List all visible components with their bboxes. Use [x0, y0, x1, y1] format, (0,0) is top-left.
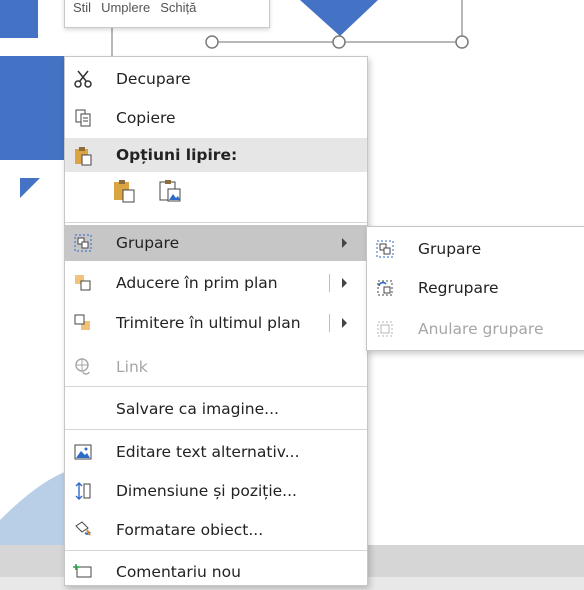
submenu-arrow-icon: [342, 238, 347, 248]
copy-icon: [71, 106, 95, 130]
bring-to-front-icon: [71, 271, 95, 295]
menu-item-cut[interactable]: Decupare: [65, 61, 367, 97]
size-position-icon: [71, 479, 95, 503]
menu-separator: [65, 386, 367, 387]
resize-handle[interactable]: [205, 35, 219, 49]
submenu-item-ungroup[interactable]: Anulare grupare: [367, 311, 584, 347]
menu-item-format-object[interactable]: Formatare obiect...: [65, 512, 367, 548]
menu-separator: [65, 429, 367, 430]
regroup-icon: [373, 276, 397, 300]
submenu-item-group[interactable]: Grupare: [367, 231, 584, 267]
group-icon: [71, 231, 95, 255]
menu-item-copy[interactable]: Copiere: [65, 100, 367, 136]
menu-item-size-position-label: Dimensiune și poziție...: [116, 482, 297, 500]
send-to-back-icon: [71, 311, 95, 335]
split-divider: [329, 274, 330, 292]
menu-item-bring-front[interactable]: Aducere în prim plan: [65, 265, 367, 301]
menu-item-save-image-label: Salvare ca imagine...: [116, 400, 279, 418]
scissors-icon: [71, 67, 95, 91]
menu-item-link[interactable]: Link: [65, 349, 367, 385]
clipboard-icon: [71, 144, 95, 168]
menu-item-send-back-label: Trimitere în ultimul plan: [116, 314, 301, 332]
menu-item-send-back[interactable]: Trimitere în ultimul plan: [65, 305, 367, 341]
submenu-item-regroup-label: Regrupare: [418, 279, 499, 297]
blue-shape-left[interactable]: [0, 56, 66, 160]
mini-toolbar-fill[interactable]: Umplere: [101, 0, 150, 15]
submenu-arrow-icon[interactable]: [342, 318, 347, 328]
menu-item-group-label: Grupare: [116, 234, 180, 252]
menu-separator: [65, 222, 367, 223]
menu-item-cut-label: Decupare: [116, 70, 191, 88]
paste-keep-formatting-icon[interactable]: [111, 178, 137, 208]
submenu-item-group-label: Grupare: [418, 240, 482, 258]
group-submenu: Grupare Regrupare Anulare grupare: [366, 226, 584, 351]
menu-item-group[interactable]: Grupare: [65, 225, 367, 261]
menu-item-alt-text[interactable]: Editare text alternativ...: [65, 434, 367, 470]
menu-item-new-comment[interactable]: Comentariu nou: [65, 554, 367, 590]
new-comment-icon: [71, 560, 95, 584]
submenu-arrow-icon[interactable]: [342, 278, 347, 288]
menu-header-paste-options: Opțiuni lipire:: [65, 138, 367, 172]
paste-options-label: Opțiuni lipire:: [116, 146, 238, 164]
mini-toolbar-outline[interactable]: Schiță: [160, 0, 196, 15]
blue-shape-triangle[interactable]: [20, 178, 40, 198]
menu-item-alt-text-label: Editare text alternativ...: [116, 443, 300, 461]
ungroup-icon: [373, 317, 397, 341]
menu-item-format-object-label: Formatare obiect...: [116, 521, 264, 539]
resize-handle[interactable]: [332, 35, 346, 49]
paste-as-picture-icon[interactable]: [157, 178, 183, 208]
menu-item-new-comment-label: Comentariu nou: [116, 563, 241, 581]
menu-item-save-image[interactable]: Salvare ca imagine...: [65, 391, 367, 427]
mini-toolbar-style[interactable]: Stil: [73, 0, 91, 15]
split-divider: [329, 314, 330, 332]
submenu-item-ungroup-label: Anulare grupare: [418, 320, 544, 338]
context-menu: Decupare Copiere Opțiuni lipire: Grupare: [64, 56, 368, 586]
menu-item-link-label: Link: [116, 358, 148, 376]
paste-options-row: [111, 178, 183, 208]
blue-shape-top-left[interactable]: [0, 0, 38, 38]
menu-item-size-position[interactable]: Dimensiune și poziție...: [65, 473, 367, 509]
menu-item-copy-label: Copiere: [116, 109, 176, 127]
blue-triangle-top[interactable]: [300, 0, 378, 36]
resize-handle[interactable]: [455, 35, 469, 49]
alt-text-icon: [71, 440, 95, 464]
link-globe-icon: [71, 355, 95, 379]
mini-toolbar: Stil Umplere Schiță: [64, 0, 270, 28]
group-icon: [373, 237, 397, 261]
submenu-item-regroup[interactable]: Regrupare: [367, 270, 584, 306]
format-paint-icon: [71, 518, 95, 542]
menu-item-bring-front-label: Aducere în prim plan: [116, 274, 278, 292]
menu-separator: [65, 550, 367, 551]
